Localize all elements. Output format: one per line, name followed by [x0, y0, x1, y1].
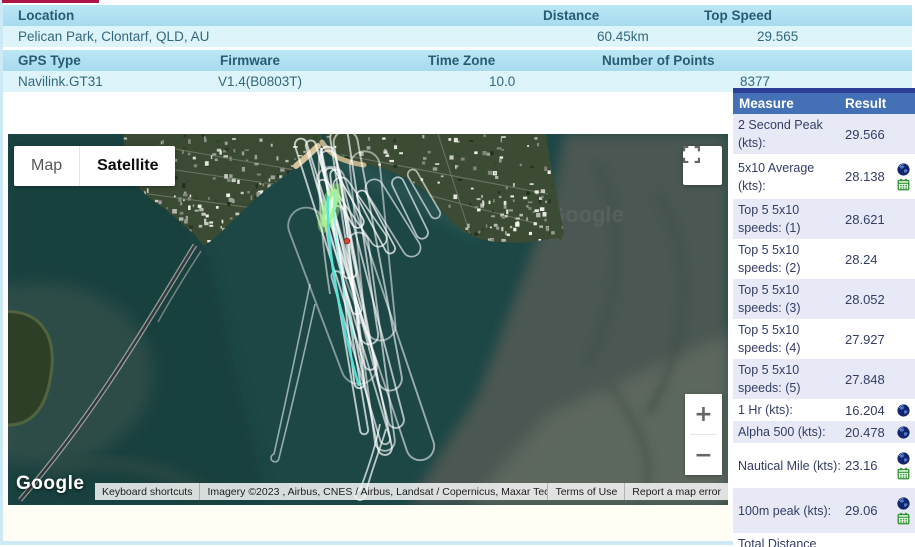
measure-label: 100m peak (kts):: [733, 500, 845, 522]
calendar-icon[interactable]: [897, 512, 910, 525]
time-zone-header: Time Zone: [428, 50, 495, 71]
report-map-error-link[interactable]: Report a map error: [624, 483, 728, 500]
measure-row: 5x10 Average (kts): 28.138: [733, 154, 915, 199]
calendar-icon[interactable]: [897, 467, 910, 480]
google-logo[interactable]: Google: [16, 473, 84, 495]
results-panel: Measure Result 2 Second Peak (kts): 29.5…: [733, 88, 915, 547]
map[interactable]: Google Map: [8, 134, 728, 505]
firmware-header: Firmware: [220, 50, 280, 71]
map-type-button[interactable]: Map: [14, 146, 79, 186]
measure-value: 28.24: [845, 252, 893, 267]
measure-label: Alpha 500 (kts):: [733, 421, 845, 443]
zoom-in-button[interactable]: +: [685, 394, 722, 434]
globe-icon[interactable]: [897, 404, 910, 417]
measure-label: Top 5 5x10 speeds: (1): [733, 199, 845, 239]
measure-row: Alpha 500 (kts): 20.478: [733, 421, 915, 443]
map-attribution-bar: Keyboard shortcuts Imagery ©2023 , Airbu…: [95, 483, 728, 500]
result-column-header: Result: [845, 93, 886, 114]
measure-value: 16.204: [845, 403, 893, 418]
measure-value: 28.052: [845, 292, 893, 307]
satellite-map-canvas[interactable]: Google: [8, 134, 728, 505]
below-map-spacer: [3, 500, 731, 541]
measure-value: 23.16: [845, 458, 893, 473]
measure-value: 20.478: [845, 425, 893, 440]
top-red-bar: [2, 0, 99, 3]
measure-column-header: Measure: [739, 93, 794, 114]
measure-value: 27.927: [845, 332, 893, 347]
num-points-header: Number of Points: [602, 50, 715, 71]
globe-icon[interactable]: [897, 426, 910, 439]
time-zone-value: 10.0: [489, 71, 515, 92]
measure-value: 28.138: [845, 169, 893, 184]
measure-icons: [893, 497, 913, 525]
distance-header: Distance: [543, 5, 599, 26]
measure-icons: [893, 163, 913, 191]
measure-row: Top 5 5x10 speeds: (5) 27.848: [733, 359, 915, 399]
imagery-attribution: Imagery ©2023 , Airbus, CNES / Airbus, L…: [199, 483, 547, 500]
page-frame-bottom: [0, 541, 733, 545]
terms-of-use-link[interactable]: Terms of Use: [547, 483, 624, 500]
gps-type-header: GPS Type: [18, 50, 81, 71]
summary-header-row: Location Distance Top Speed: [3, 5, 912, 26]
satellite-type-button[interactable]: Satellite: [79, 146, 175, 186]
globe-icon[interactable]: [897, 163, 910, 176]
top-speed-header: Top Speed: [704, 5, 772, 26]
measure-row: 2 Second Peak (kts): 29.566: [733, 114, 915, 154]
measure-value: 27.848: [845, 372, 893, 387]
fullscreen-button[interactable]: [683, 146, 722, 185]
summary-value-row: Pelican Park, Clontarf, QLD, AU 60.45km …: [3, 26, 912, 47]
measure-value: 28.621: [845, 212, 893, 227]
results-rows: 2 Second Peak (kts): 29.566 5x10 Average…: [733, 114, 915, 547]
measure-row: Total Distance (km): 60.449: [733, 533, 915, 547]
measure-label: Nautical Mile (kts):: [733, 455, 845, 477]
measure-icons: [893, 452, 913, 480]
measure-label: 1 Hr (kts):: [733, 399, 845, 421]
results-header-row: Measure Result: [733, 93, 915, 114]
map-type-control: Map Satellite: [14, 146, 175, 186]
gps-session-page: Location Distance Top Speed Pelican Park…: [0, 0, 915, 547]
zoom-out-button[interactable]: −: [685, 435, 722, 475]
top-speed-value: 29.565: [757, 26, 798, 47]
measure-row: 1 Hr (kts): 16.204: [733, 399, 915, 421]
gps-header-row: GPS Type Firmware Time Zone Number of Po…: [3, 50, 912, 71]
location-header: Location: [18, 5, 74, 26]
globe-icon[interactable]: [897, 452, 910, 465]
measure-label: 5x10 Average (kts):: [733, 157, 845, 197]
measure-row: Top 5 5x10 speeds: (2) 28.24: [733, 239, 915, 279]
location-value: Pelican Park, Clontarf, QLD, AU: [18, 26, 209, 47]
measure-row: Top 5 5x10 speeds: (3) 28.052: [733, 279, 915, 319]
measure-label: Top 5 5x10 speeds: (4): [733, 319, 845, 359]
measure-label: Top 5 5x10 speeds: (2): [733, 239, 845, 279]
measure-icons: [893, 426, 913, 439]
measure-label: 2 Second Peak (kts):: [733, 114, 845, 154]
measure-row: 100m peak (kts): 29.06: [733, 488, 915, 533]
measure-label: Top 5 5x10 speeds: (3): [733, 279, 845, 319]
zoom-control: + −: [685, 394, 722, 475]
measure-value: 29.06: [845, 503, 893, 518]
measure-label: Top 5 5x10 speeds: (5): [733, 359, 845, 399]
track-marker-red: [344, 238, 350, 244]
measure-row: Top 5 5x10 speeds: (1) 28.621: [733, 199, 915, 239]
measure-icons: [893, 404, 913, 417]
gps-type-value: Navilink.GT31: [18, 71, 103, 92]
firmware-value: V1.4(B0803T): [218, 71, 302, 92]
measure-label: Total Distance (km):: [733, 533, 845, 547]
measure-row: Nautical Mile (kts): 23.16: [733, 443, 915, 488]
globe-icon[interactable]: [897, 497, 910, 510]
distance-value: 60.45km: [597, 26, 649, 47]
fullscreen-icon: [683, 146, 700, 163]
keyboard-shortcuts-link[interactable]: Keyboard shortcuts: [95, 483, 199, 500]
measure-value: 29.566: [845, 127, 893, 142]
measure-row: Top 5 5x10 speeds: (4) 27.927: [733, 319, 915, 359]
calendar-icon[interactable]: [897, 178, 910, 191]
